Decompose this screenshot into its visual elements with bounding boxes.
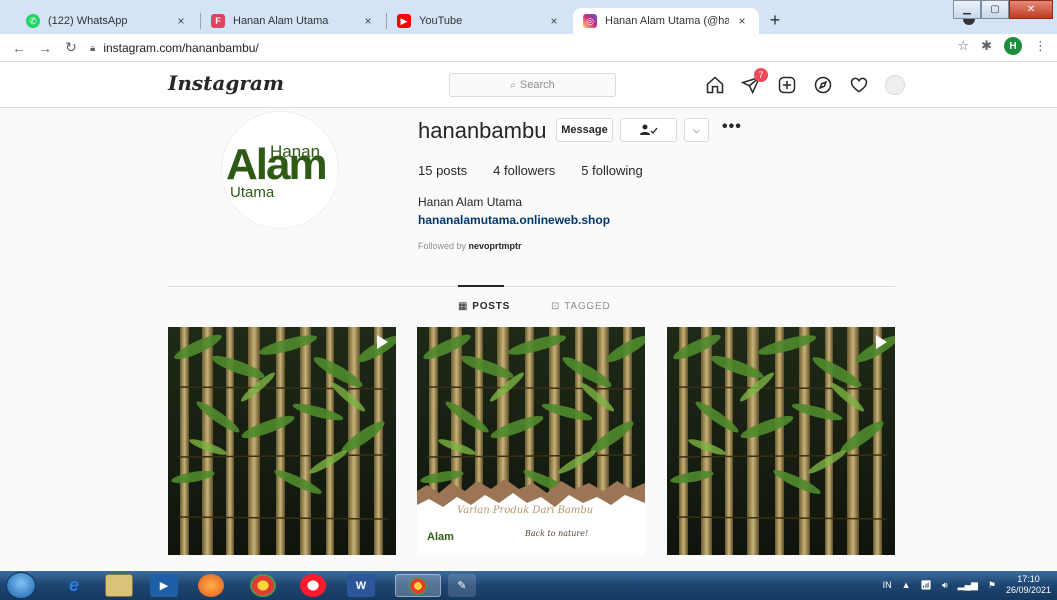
- youtube-icon: ▶: [397, 14, 411, 28]
- paint-icon[interactable]: ✎: [448, 574, 476, 597]
- post-thumbnail[interactable]: Varian Produk Dari Bambu Back to nature!…: [417, 327, 645, 555]
- followers-count[interactable]: 4 followers: [493, 163, 555, 178]
- clock-time: 17:10: [1017, 574, 1040, 584]
- profile-avatar-icon[interactable]: [884, 74, 906, 96]
- language-indicator[interactable]: IN: [883, 580, 892, 590]
- site-favicon-icon: F: [211, 14, 225, 28]
- post-thumbnail[interactable]: [168, 327, 396, 555]
- windows-taskbar: e ▶ W ✎ IN ▲ 📶︎ 🔊︎ ▂▄▆ ⚑ 17:10 26/09/202…: [0, 571, 1057, 600]
- following-button[interactable]: [620, 118, 677, 142]
- tab-whatsapp[interactable]: ✆ (122) WhatsApp ×: [16, 8, 198, 34]
- tab-tagged[interactable]: ⊡ TAGGED: [551, 301, 610, 312]
- search-icon: ⌕: [510, 79, 516, 91]
- nav-icons: 7: [704, 68, 906, 96]
- close-tab-icon[interactable]: ×: [547, 14, 561, 28]
- firefox-icon[interactable]: [198, 574, 224, 597]
- lock-icon: 🔒︎: [90, 42, 96, 54]
- tab-youtube[interactable]: ▶ YouTube ×: [387, 8, 571, 34]
- close-tab-icon[interactable]: ×: [735, 14, 749, 28]
- url-text: instagram.com/hananbambu/: [103, 41, 259, 55]
- profile-stats: 15 posts 4 followers 5 following: [418, 163, 643, 178]
- close-tab-icon[interactable]: ×: [361, 14, 375, 28]
- torn-paper-overlay: [417, 479, 645, 555]
- minimize-button[interactable]: ▁: [953, 0, 981, 19]
- bookmark-star-icon[interactable]: ☆: [957, 38, 969, 54]
- chrome-taskbar-active[interactable]: [395, 574, 441, 597]
- followed-by-text[interactable]: Followed by nevoprtmptr: [418, 241, 522, 251]
- word-icon[interactable]: W: [347, 574, 375, 597]
- bamboo-image: [667, 327, 895, 555]
- chrome-icon[interactable]: [250, 574, 276, 597]
- search-placeholder: Search: [519, 79, 555, 91]
- profile-username: hananbambu: [418, 118, 547, 143]
- tagged-user-icon: ⊡: [551, 301, 561, 312]
- action-center-flag-icon[interactable]: ⚑: [988, 580, 996, 591]
- start-button[interactable]: [6, 572, 36, 599]
- logo-alam-text: Alam: [226, 140, 328, 189]
- bamboo-image: [168, 327, 396, 555]
- window-controls: ▁ ▢ ✕: [953, 0, 1053, 19]
- activity-heart-icon[interactable]: [848, 74, 870, 96]
- opera-icon[interactable]: [300, 574, 326, 597]
- network-icon[interactable]: 📶︎: [921, 580, 932, 591]
- instagram-logo[interactable]: Instagram: [168, 71, 284, 95]
- notification-badge: 7: [754, 68, 768, 82]
- video-play-icon: [377, 335, 388, 349]
- tab-instagram[interactable]: ◎ Hanan Alam Utama (@hananbar ×: [573, 8, 759, 34]
- media-player-icon[interactable]: ▶: [150, 574, 178, 597]
- more-options-icon[interactable]: •••: [722, 118, 742, 136]
- back-arrow-icon[interactable]: ←: [6, 40, 32, 56]
- clock-date: 26/09/2021: [1005, 585, 1051, 595]
- reload-icon[interactable]: ↻: [58, 39, 84, 56]
- tabs-divider: [168, 286, 895, 287]
- logo-utama-text: Utama: [230, 184, 275, 201]
- profile-website-link[interactable]: hananalamutama.onlineweb.shop: [418, 213, 610, 227]
- message-button[interactable]: Message: [556, 118, 613, 142]
- extensions-puzzle-icon[interactable]: ✱: [981, 38, 992, 54]
- maximize-button[interactable]: ▢: [981, 0, 1009, 19]
- active-tab-indicator: [458, 285, 504, 287]
- address-bar[interactable]: 🔒︎ instagram.com/hananbambu/: [90, 37, 950, 59]
- signal-icon[interactable]: ▂▄▆: [958, 580, 978, 591]
- new-post-icon[interactable]: [776, 74, 798, 96]
- post-thumbnail[interactable]: [667, 327, 895, 555]
- explore-compass-icon[interactable]: [812, 74, 834, 96]
- chevron-down-icon: ⌵: [693, 124, 700, 135]
- tray-expand-icon[interactable]: ▲: [902, 580, 911, 590]
- instagram-icon: ◎: [583, 14, 597, 28]
- user-check-icon: [639, 124, 658, 135]
- toolbar-actions: ☆ ✱ H ⋮: [957, 37, 1047, 55]
- profile-full-name: Hanan Alam Utama: [418, 195, 523, 209]
- close-tab-icon[interactable]: ×: [174, 14, 188, 28]
- whatsapp-icon: ✆: [26, 14, 40, 28]
- video-play-icon: [876, 335, 887, 349]
- forward-arrow-icon[interactable]: →: [32, 40, 58, 56]
- system-clock[interactable]: 17:10 26/09/2021: [1006, 574, 1051, 596]
- posts-count: 15 posts: [418, 163, 468, 178]
- instagram-navbar: Instagram ⌕ Search 7: [0, 62, 1057, 108]
- browser-toolbar: ← → ↻ 🔒︎ instagram.com/hananbambu/ ☆ ✱ H…: [0, 34, 1057, 62]
- profile-picture[interactable]: Hanan Alam Utama: [221, 111, 339, 229]
- post-brand-logo: Alam: [427, 531, 454, 543]
- close-window-button[interactable]: ✕: [1009, 0, 1053, 19]
- internet-explorer-icon[interactable]: e: [60, 574, 88, 597]
- following-count[interactable]: 5 following: [581, 163, 642, 178]
- tab-hanan-alam-utama[interactable]: F Hanan Alam Utama ×: [201, 8, 385, 34]
- new-tab-button[interactable]: +: [764, 10, 786, 32]
- post-caption-title: Varian Produk Dari Bambu: [457, 505, 594, 516]
- search-input[interactable]: ⌕ Search: [449, 73, 616, 97]
- volume-icon[interactable]: 🔊︎: [942, 580, 948, 591]
- post-caption-subtitle: Back to nature!: [525, 529, 589, 538]
- browser-tab-strip: ✆ (122) WhatsApp × F Hanan Alam Utama × …: [0, 0, 1057, 34]
- kebab-menu-icon[interactable]: ⋮: [1034, 38, 1047, 54]
- file-explorer-icon[interactable]: [105, 574, 133, 597]
- tab-posts[interactable]: ▦ POSTS: [458, 301, 510, 312]
- direct-message-icon[interactable]: 7: [740, 68, 768, 96]
- suggested-dropdown-button[interactable]: ⌵: [684, 118, 709, 142]
- browser-profile-avatar[interactable]: H: [1004, 37, 1022, 55]
- grid-icon: ▦: [458, 301, 469, 312]
- system-tray: IN ▲ 📶︎ 🔊︎ ▂▄▆ ⚑ 17:10 26/09/2021: [883, 574, 1051, 596]
- home-icon[interactable]: [704, 74, 726, 96]
